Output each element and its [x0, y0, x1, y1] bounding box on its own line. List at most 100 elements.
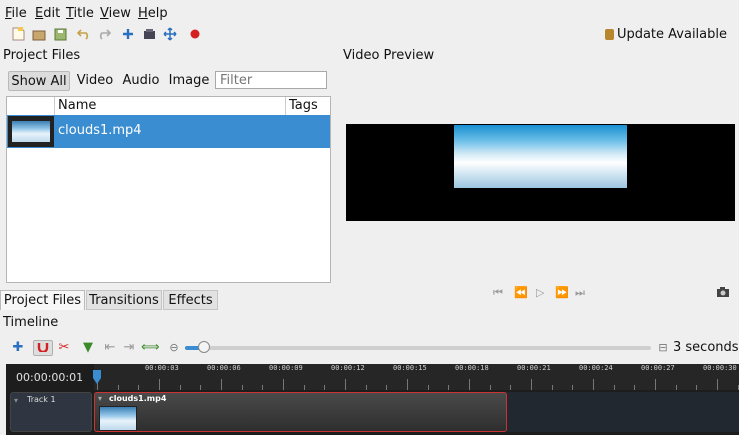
- filter-input[interactable]: [215, 71, 327, 89]
- ruler-tick: [365, 385, 367, 390]
- timeline-area[interactable]: 00:00:00:01 00:00:03 00:00:06 00:00:09 00:0…: [6, 364, 739, 435]
- ruler-label: 00:00:03: [145, 364, 179, 372]
- fast-forward-icon[interactable]: ⏩: [555, 286, 569, 299]
- profile-icon[interactable]: [141, 26, 157, 42]
- column-name[interactable]: Name: [55, 97, 286, 115]
- add-track-icon[interactable]: ✚: [10, 340, 26, 356]
- ruler-tick: [572, 385, 574, 390]
- menu-file[interactable]: File: [5, 6, 27, 21]
- playhead-icon[interactable]: [93, 370, 101, 384]
- video-preview-title: Video Preview: [343, 48, 435, 63]
- new-project-icon[interactable]: [10, 26, 26, 42]
- timeline-title: Timeline: [3, 315, 59, 330]
- ruler-label: 00:00:21: [517, 364, 551, 372]
- zoom-in-icon[interactable]: ⊟: [655, 340, 671, 356]
- tab-effects[interactable]: Effects: [163, 290, 218, 310]
- ruler-tick: [386, 385, 388, 390]
- ruler-label: 00:00:18: [455, 364, 489, 372]
- ruler-tick: [675, 385, 677, 390]
- play-icon[interactable]: ▷: [536, 286, 544, 299]
- column-thumbnail: [7, 97, 55, 115]
- file-thumbnail: [8, 116, 54, 147]
- ruler-tick: [696, 385, 698, 390]
- ruler-tick: [345, 379, 346, 390]
- tab-transitions[interactable]: Transitions: [86, 290, 162, 310]
- rewind-icon[interactable]: ⏪: [514, 286, 528, 299]
- file-name: clouds1.mp4: [58, 123, 142, 138]
- ruler-label: 00:00:09: [269, 364, 303, 372]
- redo-icon[interactable]: [96, 26, 112, 42]
- zoom-out-icon[interactable]: ⊖: [166, 340, 182, 356]
- file-row[interactable]: clouds1.mp4: [7, 115, 330, 148]
- filter-show-all-button[interactable]: Show All: [8, 71, 70, 91]
- menu-edit[interactable]: Edit: [35, 6, 60, 21]
- razor-icon[interactable]: ✂: [56, 340, 72, 356]
- ruler-label: 00:00:24: [579, 364, 613, 372]
- main-toolbar: Update Available: [0, 26, 739, 46]
- ruler-tick: [138, 385, 140, 390]
- project-files-title: Project Files: [3, 48, 81, 63]
- record-icon[interactable]: [187, 26, 203, 42]
- track-collapse-icon[interactable]: ▾: [14, 396, 18, 405]
- filter-video-button[interactable]: Video: [74, 71, 116, 91]
- import-files-icon[interactable]: [120, 26, 136, 42]
- timecode-display: 00:00:00:01: [16, 371, 84, 384]
- ruler-tick: [593, 379, 594, 390]
- add-marker-icon[interactable]: ▼: [80, 340, 96, 356]
- track-lane[interactable]: ▾ clouds1.mp4: [94, 392, 739, 432]
- ruler-label: 00:00:15: [393, 364, 427, 372]
- ruler-tick: [634, 385, 636, 390]
- clip-thumbnail: [99, 406, 137, 431]
- save-project-icon[interactable]: [52, 26, 68, 42]
- ruler-label: 00:00:06: [207, 364, 241, 372]
- zoom-label: 3 seconds: [673, 340, 739, 355]
- menu-title[interactable]: Title: [66, 6, 94, 21]
- ruler-label: 00:00:12: [331, 364, 365, 372]
- menu-help[interactable]: Help: [138, 6, 168, 21]
- clip-name: clouds1.mp4: [109, 394, 167, 403]
- filter-audio-button[interactable]: Audio: [120, 71, 162, 91]
- menu-view[interactable]: View: [100, 6, 131, 21]
- snapshot-icon[interactable]: [716, 286, 730, 302]
- update-label: Update Available: [616, 27, 727, 42]
- ruler-tick: [717, 379, 718, 390]
- preview-frame: [454, 125, 627, 188]
- tab-project-files[interactable]: Project Files: [0, 290, 85, 310]
- ruler-label: 00:00:30: [703, 364, 737, 372]
- ruler-tick: [448, 385, 450, 390]
- ruler-tick: [159, 379, 160, 390]
- ruler-tick: [262, 385, 264, 390]
- menu-bar: File Edit Title View Help: [0, 0, 739, 26]
- track-header[interactable]: ▾ Track 1: [10, 392, 92, 432]
- fullscreen-icon[interactable]: [162, 26, 178, 42]
- ruler-tick: [200, 385, 202, 390]
- previous-marker-icon[interactable]: ⇤: [102, 340, 118, 356]
- next-marker-icon[interactable]: ⇥: [121, 340, 137, 356]
- ruler-tick: [241, 385, 243, 390]
- filter-image-button[interactable]: Image: [167, 71, 211, 91]
- snapping-icon[interactable]: [33, 340, 53, 356]
- ruler-tick: [221, 379, 222, 390]
- ruler-tick: [469, 379, 470, 390]
- time-ruler[interactable]: 00:00:03 00:00:06 00:00:09 00:00:12 00:00:15…: [94, 364, 739, 390]
- ruler-tick: [489, 385, 491, 390]
- ruler-tick: [613, 385, 615, 390]
- open-project-icon[interactable]: [31, 26, 47, 42]
- undo-icon[interactable]: [76, 26, 92, 42]
- zoom-slider[interactable]: [185, 341, 651, 353]
- video-preview-canvas: [346, 124, 735, 221]
- ruler-tick: [551, 385, 553, 390]
- project-files-list[interactable]: Name Tags clouds1.mp4: [6, 96, 331, 283]
- ruler-tick: [324, 385, 326, 390]
- center-timeline-icon[interactable]: ⟺: [141, 340, 160, 356]
- ruler-tick: [407, 379, 408, 390]
- clip-menu-icon[interactable]: ▾: [98, 394, 102, 403]
- update-icon: [604, 29, 614, 40]
- jump-end-icon[interactable]: ⏭: [575, 286, 585, 300]
- update-available-button[interactable]: Update Available: [604, 27, 727, 42]
- jump-start-icon[interactable]: ⏮: [493, 286, 503, 300]
- timeline-clip[interactable]: ▾ clouds1.mp4: [94, 392, 507, 432]
- column-tags[interactable]: Tags: [286, 97, 330, 115]
- ruler-tick: [303, 385, 305, 390]
- zoom-slider-handle[interactable]: [197, 341, 210, 353]
